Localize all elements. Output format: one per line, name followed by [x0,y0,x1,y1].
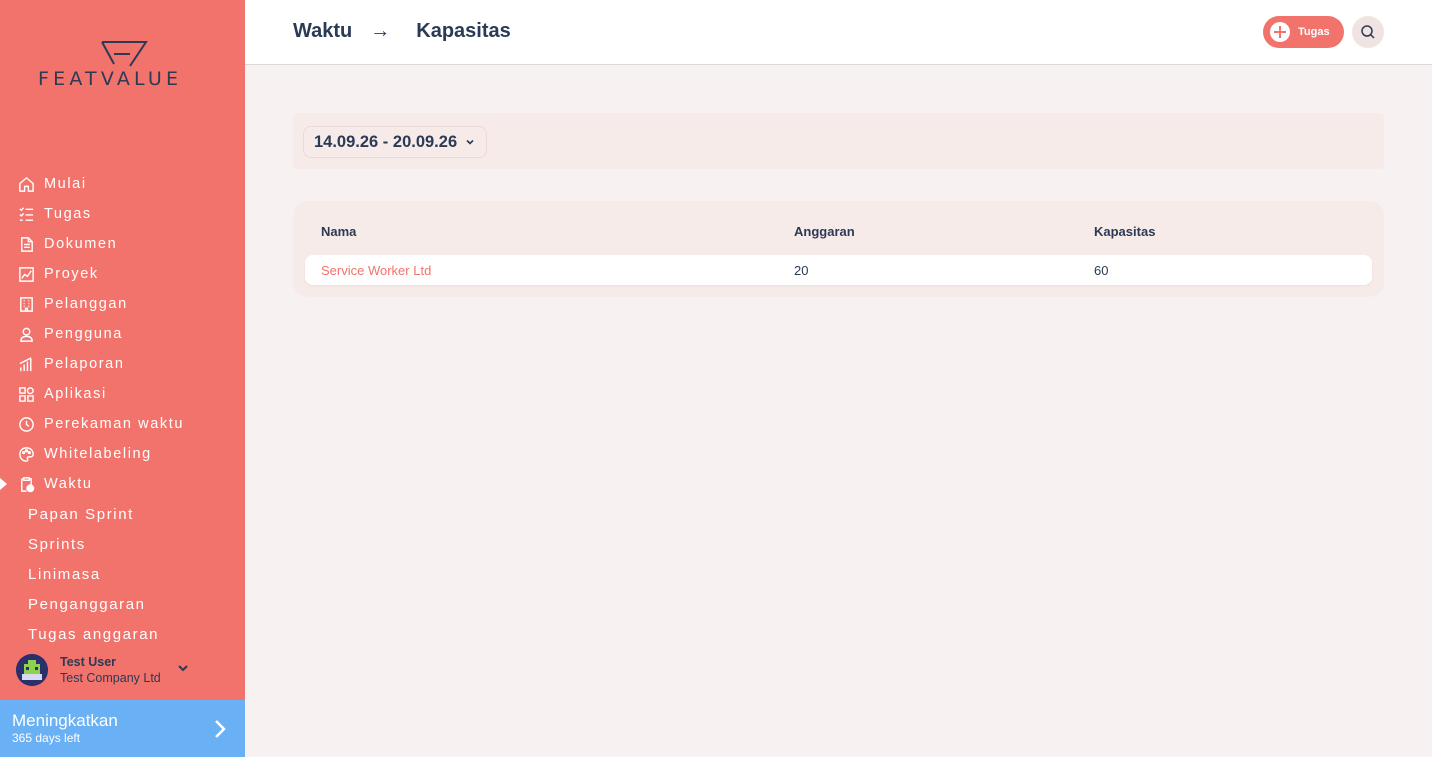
logo-mark-icon [101,41,148,67]
sidebar-item-aplikasi[interactable]: Aplikasi [0,379,245,409]
sidebar-item-label: Whitelabeling [44,446,152,462]
breadcrumb-item-kapasitas: Kapasitas [416,20,511,42]
date-range-select[interactable]: 14.09.26 - 20.09.26 [303,126,487,158]
sidebar-item-label: Proyek [44,266,99,282]
logo-text: FEATVALUE [38,68,183,90]
clipboard-clock-icon [17,475,35,493]
user-company: Test Company Ltd [60,670,161,685]
upgrade-days-left: 365 days left [12,731,81,745]
sidebar-nav: Mulai Tugas Dokumen Proyek Pelanggan Pen… [0,169,245,649]
sidebar-item-perekaman-waktu[interactable]: Perekaman waktu [0,409,245,439]
user-info: Test User Test Company Ltd [60,655,161,686]
sidebar-item-tugas[interactable]: Tugas [0,199,245,229]
column-header-nama: Nama [321,224,357,239]
add-task-label: Tugas [1298,26,1330,38]
palette-icon [17,445,35,463]
sidebar-item-pengguna[interactable]: Pengguna [0,319,245,349]
upgrade-banner[interactable]: Meningkatkan 365 days left [0,700,245,757]
stopwatch-icon [17,415,35,433]
sidebar-item-whitelabeling[interactable]: Whitelabeling [0,439,245,469]
sidebar-item-label: Pelanggan [44,296,128,312]
search-button[interactable] [1352,16,1384,48]
row-budget: 20 [794,263,809,278]
sidebar-item-label: Mulai [44,176,87,192]
avatar [16,654,48,686]
user-name: Test User [60,654,117,669]
bar-chart-icon [17,355,35,373]
chevron-down-icon[interactable] [176,661,190,675]
sidebar-item-dokumen[interactable]: Dokumen [0,229,245,259]
sidebar-subitem-linimasa[interactable]: Linimasa [0,559,245,589]
checklist-icon [17,205,35,223]
sidebar-item-label: Perekaman waktu [44,416,185,432]
sidebar-item-label: Pelaporan [44,356,125,372]
sidebar-subitem-penganggaran[interactable]: Penganggaran [0,589,245,619]
sidebar-item-label: Aplikasi [44,386,107,402]
sidebar-item-label: Pengguna [44,326,123,342]
upgrade-title: Meningkatkan [12,711,118,730]
capacity-table: Nama Anggaran Kapasitas Service Worker L… [293,201,1384,297]
sidebar-item-label: Tugas [44,206,92,222]
row-name-link[interactable]: Service Worker Ltd [321,263,431,278]
breadcrumb-item-waktu[interactable]: Waktu [293,20,352,43]
apps-icon [17,385,35,403]
breadcrumb: Waktu → Kapasitas [293,20,511,43]
row-capacity: 60 [1094,263,1109,278]
column-header-anggaran: Anggaran [794,224,855,239]
chevron-down-icon [466,139,474,145]
top-header: Waktu → Kapasitas Tugas [245,0,1432,65]
user-icon [17,325,35,343]
sidebar: FEATVALUE Mulai Tugas Dokumen Proyek Pel… [0,0,245,757]
home-icon [17,175,35,193]
table-row[interactable]: Service Worker Ltd 20 60 [305,255,1372,285]
project-chart-icon [17,265,35,283]
sidebar-item-label: Dokumen [44,236,118,252]
search-icon [1361,25,1375,39]
filter-bar: 14.09.26 - 20.09.26 [293,113,1384,169]
sidebar-item-label: Waktu [44,476,93,492]
breadcrumb-separator: → [370,20,391,42]
sidebar-item-pelaporan[interactable]: Pelaporan [0,349,245,379]
plus-icon [1270,22,1290,42]
building-icon [17,295,35,313]
document-icon [17,235,35,253]
sidebar-subitem-papan-sprint[interactable]: Papan Sprint [0,499,245,529]
date-range-value: 14.09.26 - 20.09.26 [314,132,458,151]
sidebar-item-mulai[interactable]: Mulai [0,169,245,199]
sidebar-item-proyek[interactable]: Proyek [0,259,245,289]
user-menu[interactable]: Test User Test Company Ltd [16,652,236,688]
column-header-kapasitas: Kapasitas [1094,224,1156,239]
chevron-right-icon [215,720,226,738]
sidebar-item-pelanggan[interactable]: Pelanggan [0,289,245,319]
logo[interactable]: FEATVALUE [0,38,245,98]
sidebar-subitem-tugas-anggaran[interactable]: Tugas anggaran [0,619,245,649]
sidebar-item-waktu[interactable]: Waktu [0,469,245,499]
add-task-button[interactable]: Tugas [1263,16,1344,48]
sidebar-subitem-sprints[interactable]: Sprints [0,529,245,559]
